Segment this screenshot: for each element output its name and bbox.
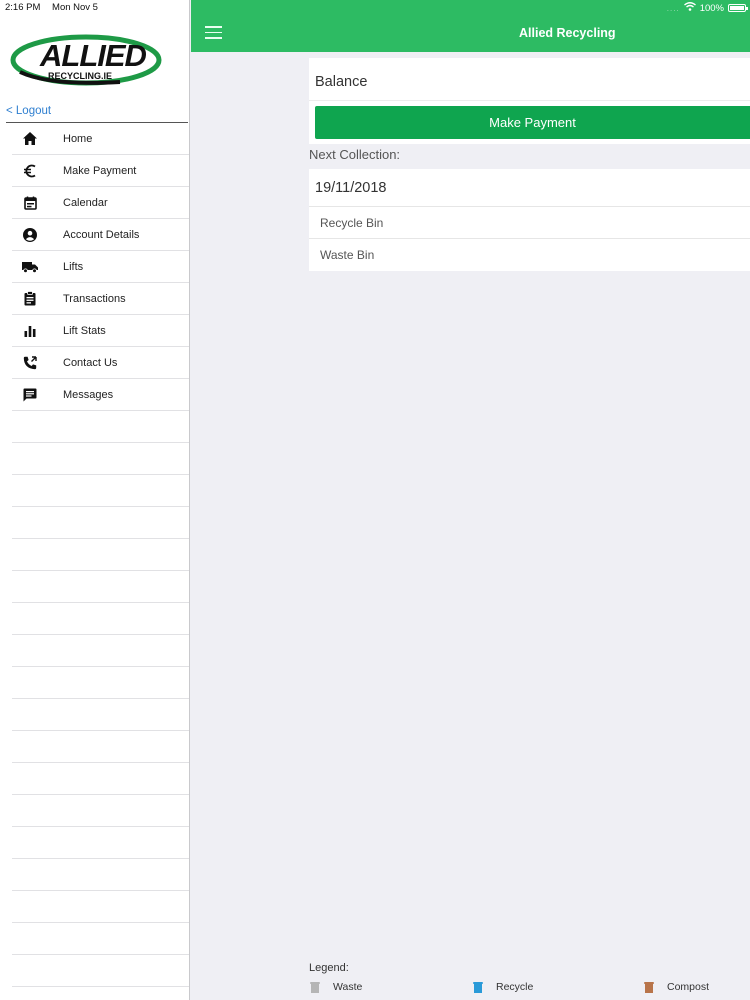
status-bar-right: .... 100% xyxy=(666,2,748,14)
balance-card: Balance Make Payment xyxy=(309,58,750,144)
empty-row xyxy=(12,667,189,699)
empty-row xyxy=(12,891,189,923)
empty-row xyxy=(12,443,189,475)
sidebar-item-label: Contact Us xyxy=(63,356,118,369)
waste-bin-row: Waste Bin xyxy=(320,248,375,262)
sidebar-item-calendar[interactable]: Calendar xyxy=(12,187,189,219)
empty-row xyxy=(12,731,189,763)
empty-row xyxy=(12,955,189,987)
divider xyxy=(309,100,750,101)
empty-row xyxy=(12,571,189,603)
next-collection-label: Next Collection: xyxy=(309,147,401,162)
status-bar-left: 2:16 PM Mon Nov 5 xyxy=(5,2,98,13)
home-icon xyxy=(22,131,38,147)
empty-row xyxy=(12,603,189,635)
waste-bin-icon xyxy=(310,981,320,993)
sidebar-item-contact-us[interactable]: Contact Us xyxy=(12,347,189,379)
sidebar-item-label: Lifts xyxy=(63,260,84,273)
balance-label: Balance xyxy=(315,74,368,90)
status-time: 2:16 PM xyxy=(5,2,41,13)
divider xyxy=(309,238,750,239)
status-date: Mon Nov 5 xyxy=(52,2,98,13)
sidebar-nav: Home Make Payment Calendar Account Detai… xyxy=(0,123,189,987)
legend: Legend: Waste Recycle Compost xyxy=(309,962,750,993)
svg-text:ALLIED: ALLIED xyxy=(39,38,147,73)
empty-row xyxy=(12,475,189,507)
legend-label: Recycle xyxy=(496,981,534,993)
empty-row xyxy=(12,859,189,891)
sidebar-item-messages[interactable]: Messages xyxy=(12,379,189,411)
compost-bin-icon xyxy=(644,981,654,993)
divider xyxy=(309,206,750,207)
main-panel: Allied Recycling .... 100% Balance Make … xyxy=(191,0,750,1000)
calendar-icon xyxy=(22,195,38,211)
legend-label: Compost xyxy=(667,981,710,993)
sidebar-item-home[interactable]: Home xyxy=(12,123,189,155)
sidebar-item-label: Messages xyxy=(63,388,114,401)
legend-label: Waste xyxy=(333,981,363,993)
message-icon xyxy=(22,387,38,403)
recycle-bin-row: Recycle Bin xyxy=(320,216,384,230)
empty-row xyxy=(12,507,189,539)
empty-row xyxy=(12,923,189,955)
phone-icon xyxy=(22,355,38,371)
allied-recycling-logo: ALLIED RECYCLING.IE xyxy=(10,32,162,88)
euro-icon xyxy=(22,163,38,179)
collection-date: 19/11/2018 xyxy=(315,180,387,196)
bar-chart-icon xyxy=(22,323,38,339)
legend-item-compost: Compost xyxy=(644,981,710,993)
sidebar-item-label: Make Payment xyxy=(63,164,137,177)
legend-item-recycle: Recycle xyxy=(473,981,534,993)
battery-icon xyxy=(728,4,748,12)
sidebar-item-lift-stats[interactable]: Lift Stats xyxy=(12,315,189,347)
sidebar-item-lifts[interactable]: Lifts xyxy=(12,251,189,283)
legend-title: Legend: xyxy=(309,962,349,974)
sidebar-item-label: Lift Stats xyxy=(63,324,106,337)
page-title: Allied Recycling xyxy=(519,26,616,40)
make-payment-button[interactable]: Make Payment xyxy=(315,106,750,139)
logout-link[interactable]: < Logout xyxy=(6,105,51,117)
hamburger-menu-icon[interactable] xyxy=(205,26,222,43)
collection-card: 19/11/2018 Recycle Bin Waste Bin xyxy=(309,169,750,271)
nav-bar: Allied Recycling .... 100% xyxy=(191,0,750,52)
sidebar-item-label: Calendar xyxy=(63,196,108,209)
empty-row xyxy=(12,699,189,731)
clipboard-icon xyxy=(22,291,38,307)
signal-icon: .... xyxy=(666,3,680,13)
empty-row xyxy=(12,827,189,859)
empty-row xyxy=(12,635,189,667)
sidebar: 2:16 PM Mon Nov 5 ALLIED RECYCLING.IE < … xyxy=(0,0,190,1000)
account-icon xyxy=(22,227,38,243)
battery-percent: 100% xyxy=(699,2,724,14)
empty-row xyxy=(12,539,189,571)
sidebar-item-make-payment[interactable]: Make Payment xyxy=(12,155,189,187)
sidebar-item-account-details[interactable]: Account Details xyxy=(12,219,189,251)
empty-row xyxy=(12,795,189,827)
svg-text:RECYCLING.IE: RECYCLING.IE xyxy=(48,71,112,81)
legend-item-waste: Waste xyxy=(310,981,363,993)
sidebar-item-label: Account Details xyxy=(63,228,140,241)
recycle-bin-icon xyxy=(473,981,483,993)
sidebar-item-transactions[interactable]: Transactions xyxy=(12,283,189,315)
wifi-icon xyxy=(683,2,696,14)
empty-row xyxy=(12,411,189,443)
truck-icon xyxy=(22,259,38,275)
sidebar-item-label: Transactions xyxy=(63,292,126,305)
sidebar-item-label: Home xyxy=(63,132,93,145)
legend-items: Waste Recycle Compost xyxy=(309,981,750,995)
empty-row xyxy=(12,763,189,795)
